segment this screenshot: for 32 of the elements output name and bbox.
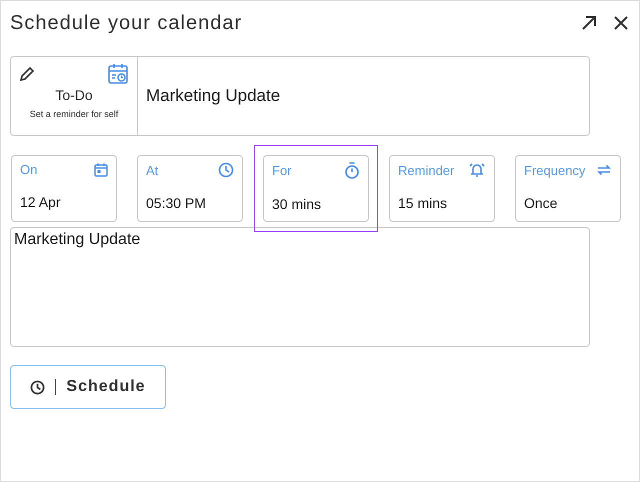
window-title: Schedule your calendar — [10, 12, 244, 34]
field-label: On — [20, 162, 38, 177]
event-type-label: To-Do — [55, 87, 93, 103]
field-label: Reminder — [398, 162, 454, 178]
event-type-selector[interactable]: To-Do Set a reminder for self — [10, 56, 138, 136]
field-label: Frequency — [524, 162, 586, 178]
event-type-caption: Set a reminder for self — [30, 109, 118, 119]
clock-icon — [218, 162, 234, 178]
calendar-clock-icon — [107, 63, 129, 85]
title-input[interactable]: Marketing Update — [138, 56, 590, 136]
expand-icon[interactable] — [580, 14, 598, 32]
close-icon[interactable] — [612, 14, 630, 32]
alarm-bell-icon — [468, 162, 486, 178]
field-value: 12 Apr — [20, 194, 62, 210]
calendar-icon — [94, 162, 108, 176]
option-field[interactable]: Frequency Once — [515, 155, 621, 222]
option-field[interactable]: For 30 mins — [263, 155, 369, 222]
pencil-icon — [19, 66, 35, 82]
repeat-icon — [596, 162, 612, 178]
clock-icon — [30, 380, 46, 394]
notes-textarea[interactable]: Marketing Update — [10, 227, 590, 347]
option-field[interactable]: Reminder 15 mins — [389, 155, 495, 222]
field-label: At — [146, 162, 158, 178]
option-field[interactable]: On 12 Apr — [11, 155, 117, 222]
field-label: For — [272, 163, 292, 178]
field-value: 15 mins — [398, 195, 448, 211]
field-value: 05:30 PM — [146, 195, 207, 211]
field-value: 30 mins — [272, 196, 322, 212]
field-value: Once — [524, 195, 558, 211]
schedule-button[interactable]: Schedule — [10, 365, 166, 409]
stopwatch-icon — [344, 162, 360, 179]
option-field[interactable]: At 05:30 PM — [137, 155, 243, 222]
